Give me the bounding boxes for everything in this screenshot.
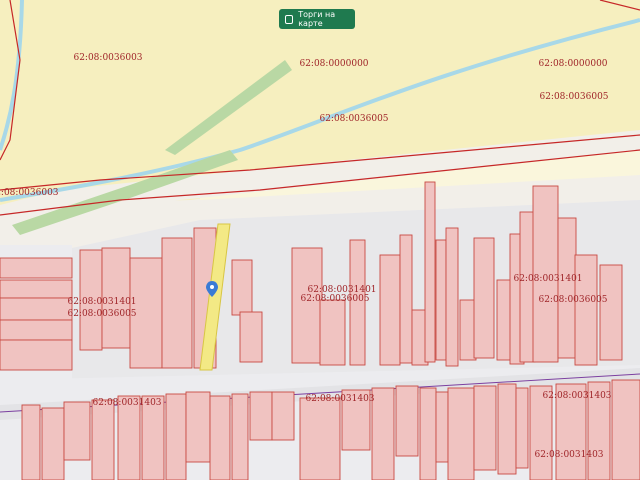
- parcel[interactable]: [473, 385, 497, 471]
- parcel-label: 62:08:0036003: [73, 53, 142, 63]
- parcel[interactable]: [299, 397, 341, 480]
- parcel[interactable]: [141, 395, 165, 480]
- parcel[interactable]: [0, 257, 73, 279]
- parcel-label: 62:08:0036005: [300, 294, 369, 304]
- parcel[interactable]: [611, 379, 640, 480]
- parcel[interactable]: [41, 407, 65, 480]
- parcel[interactable]: [271, 391, 295, 441]
- auction-map-label: Торги на карте: [298, 10, 336, 28]
- parcel[interactable]: [371, 387, 395, 480]
- parcel[interactable]: [435, 239, 447, 361]
- parcel-label: 62:08:0036005: [538, 295, 607, 305]
- parcel-label: 62:08:0031403: [92, 398, 161, 408]
- parcel[interactable]: [379, 254, 401, 366]
- parcel[interactable]: [319, 299, 346, 366]
- parcel[interactable]: [445, 227, 459, 367]
- parcel-label: 62:08:0031403: [542, 391, 611, 401]
- parcel[interactable]: [21, 404, 41, 480]
- parcel-label: 62:08:0000000: [538, 59, 607, 69]
- parcel-label: 62:08:0036005: [319, 114, 388, 124]
- parcel-label: 62:08:0000000: [299, 59, 368, 69]
- parcel[interactable]: [419, 387, 437, 480]
- parcel-label: 62:08:0031403: [534, 450, 603, 460]
- map-canvas[interactable]: 62:08:0036003 62:08:0000000 62:08:0000000 6…: [0, 0, 640, 480]
- parcel[interactable]: [515, 387, 529, 469]
- parcel[interactable]: [599, 264, 623, 361]
- parcel[interactable]: [291, 247, 323, 364]
- parcel-label: 62:08:0036005: [539, 92, 608, 102]
- parcel[interactable]: [473, 237, 495, 359]
- parcel[interactable]: [399, 234, 413, 364]
- parcel[interactable]: [239, 311, 263, 363]
- parcel-label: 62:08:0036005: [67, 309, 136, 319]
- parcel-label: 62:08:0031401: [67, 297, 136, 307]
- parcel[interactable]: [0, 279, 73, 299]
- parcel[interactable]: [209, 395, 231, 480]
- parcel[interactable]: [0, 319, 73, 341]
- parcel[interactable]: [395, 385, 419, 457]
- parcel[interactable]: [0, 297, 73, 321]
- parcel[interactable]: [161, 237, 193, 369]
- parcel[interactable]: [557, 217, 577, 359]
- parcel[interactable]: [249, 391, 273, 441]
- parcel-label: 62:08:0031403: [305, 394, 374, 404]
- parcel[interactable]: [435, 391, 449, 463]
- checkbox-icon[interactable]: [285, 14, 294, 24]
- parcel-label: 62:08:0031401: [513, 274, 582, 284]
- parcel-label: 62:08:0036003: [0, 188, 59, 198]
- parcel[interactable]: [496, 279, 512, 361]
- parcel[interactable]: [574, 254, 598, 366]
- parcel[interactable]: [0, 339, 73, 371]
- parcel[interactable]: [117, 395, 141, 480]
- parcel[interactable]: [497, 383, 517, 475]
- parcel[interactable]: [231, 259, 253, 316]
- parcel[interactable]: [63, 401, 91, 461]
- parcel[interactable]: [91, 399, 115, 480]
- parcel[interactable]: [447, 387, 475, 480]
- parcel[interactable]: [231, 393, 249, 480]
- auction-map-button[interactable]: Торги на карте: [279, 9, 355, 29]
- cadastral-map[interactable]: 62:08:0036003 62:08:0000000 62:08:0000000 6…: [0, 0, 640, 480]
- parcel[interactable]: [424, 181, 436, 363]
- parcel[interactable]: [165, 393, 187, 480]
- parcel[interactable]: [185, 391, 211, 463]
